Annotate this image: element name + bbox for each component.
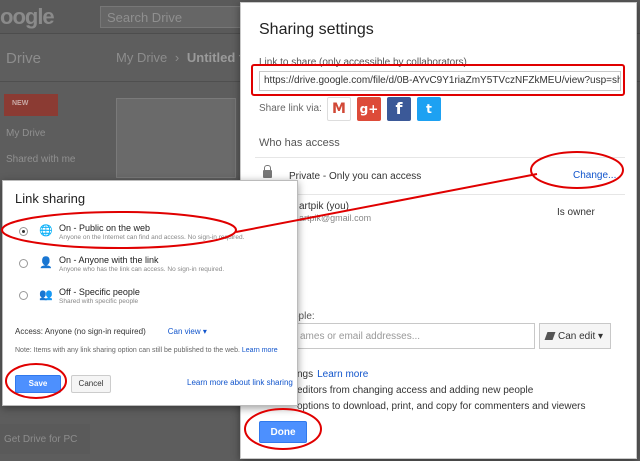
link-label: Link to share (only accessible by collab… (259, 57, 467, 68)
nav-shared-with-me[interactable]: Shared with me (6, 154, 75, 165)
access-level-row: Access: Anyone (no sign-in required) Can … (15, 327, 207, 336)
dialog-title: Sharing settings (259, 21, 374, 38)
owner-email: artpik@gmail.com (299, 213, 372, 223)
breadcrumb-root[interactable]: My Drive (116, 50, 167, 65)
option-anyone-with-link[interactable]: 👤 On - Anyone with the link Anyone who h… (15, 255, 295, 279)
change-link[interactable]: Change... (573, 170, 616, 181)
learn-more-link[interactable]: Learn more (317, 369, 368, 380)
people-icon: 👥 (39, 289, 53, 301)
invite-people-input[interactable]: ames or email addresses... (293, 323, 535, 349)
publish-note: Note: Items with any link sharing option… (15, 347, 278, 354)
permission-dropdown[interactable]: Can edit ▾ (539, 323, 611, 349)
nav-my-drive[interactable]: My Drive (6, 128, 45, 139)
link-person-icon: 👤 (39, 257, 53, 269)
access-dropdown[interactable]: Can view ▾ (168, 327, 207, 336)
share-link-field[interactable]: https://drive.google.com/file/d/0B-AYvC9… (259, 71, 621, 91)
owner-role: Is owner (557, 207, 595, 218)
cancel-button[interactable]: Cancel (71, 375, 111, 393)
owner-settings-line: ngs Learn more (297, 369, 368, 380)
option-description: Anyone who has the link can access. No s… (59, 266, 225, 273)
radio-selected[interactable] (19, 227, 28, 236)
gmail-icon[interactable]: M (327, 97, 351, 121)
permission-label: Can edit ▾ (558, 331, 604, 342)
option-specific-people[interactable]: 👥 Off - Specific people Shared with spec… (15, 287, 295, 311)
save-button[interactable]: Save (15, 375, 61, 393)
get-drive-button[interactable]: Get Drive for PC (0, 424, 90, 454)
sharing-settings-dialog: Sharing settings Link to share (only acc… (240, 2, 637, 459)
link-sharing-dialog: Link sharing 🌐 On - Public on the web An… (2, 180, 298, 406)
done-button[interactable]: Done (259, 421, 307, 443)
option-description: Shared with specific people (59, 298, 139, 305)
google-logo: oogle (0, 4, 55, 29)
lock-icon (263, 165, 272, 178)
option-label: Off - Specific people (59, 287, 140, 297)
radio-unselected[interactable] (19, 291, 28, 300)
breadcrumb-separator: › (174, 50, 180, 65)
option-public-on-web[interactable]: 🌐 On - Public on the web Anyone on the I… (15, 223, 295, 247)
learn-more-link-sharing[interactable]: Learn more about link sharing (187, 378, 293, 387)
access-row: Private - Only you can access Change... (255, 157, 625, 195)
option-description: Anyone on the Internet can find and acce… (59, 234, 245, 241)
facebook-icon[interactable]: f (387, 97, 411, 121)
owner-name: artpik (you) (299, 201, 350, 212)
pencil-icon (544, 332, 556, 340)
who-has-access-heading: Who has access (259, 137, 340, 149)
access-label: Access: Anyone (no sign-in required) (15, 327, 146, 336)
file-thumbnail[interactable] (116, 98, 236, 178)
option-disable-download[interactable]: options to download, print, and copy for… (297, 401, 586, 412)
option-prevent-editors[interactable]: editors from changing access and adding … (297, 385, 533, 396)
google-plus-icon[interactable]: g+ (357, 97, 381, 121)
new-button[interactable]: NEW (4, 94, 58, 116)
note-text: Note: Items with any link sharing option… (15, 347, 240, 354)
radio-unselected[interactable] (19, 259, 28, 268)
link-sharing-title: Link sharing (15, 191, 86, 206)
globe-icon: 🌐 (39, 225, 53, 237)
settings-prefix: ngs (297, 369, 314, 380)
access-status: Private - Only you can access (289, 171, 422, 182)
drive-title: Drive (6, 50, 42, 67)
option-label: On - Public on the web (59, 223, 151, 233)
twitter-icon[interactable]: t (417, 97, 441, 121)
option-label: On - Anyone with the link (59, 255, 159, 265)
note-learn-more-link[interactable]: Learn more (242, 347, 278, 354)
share-via-label: Share link via: (259, 103, 322, 114)
